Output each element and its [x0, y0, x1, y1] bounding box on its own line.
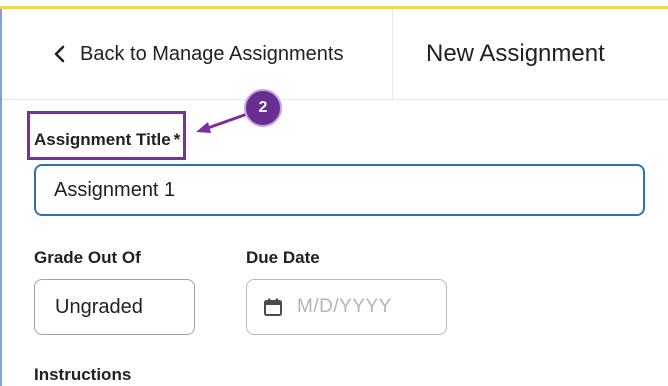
chevron-left-icon: [54, 45, 65, 63]
due-date-placeholder: M/D/YYYY: [297, 296, 392, 317]
callout-highlight-box: [27, 111, 186, 160]
back-button-label: Back to Manage Assignments: [80, 42, 344, 65]
due-date-input[interactable]: M/D/YYYY: [246, 279, 447, 335]
callout-badge: 2: [244, 89, 282, 127]
due-date-label: Due Date: [246, 248, 320, 267]
back-to-manage-assignments-button[interactable]: Back to Manage Assignments: [2, 9, 393, 99]
calendar-icon: [264, 298, 282, 316]
grade-out-of-label: Grade Out Of: [34, 248, 141, 267]
grade-out-of-input[interactable]: [34, 279, 195, 335]
instructions-label: Instructions: [34, 365, 132, 384]
assignment-title-input[interactable]: [34, 164, 645, 216]
page-header: Back to Manage Assignments New Assignmen…: [2, 9, 668, 100]
page-title: New Assignment: [426, 40, 605, 67]
